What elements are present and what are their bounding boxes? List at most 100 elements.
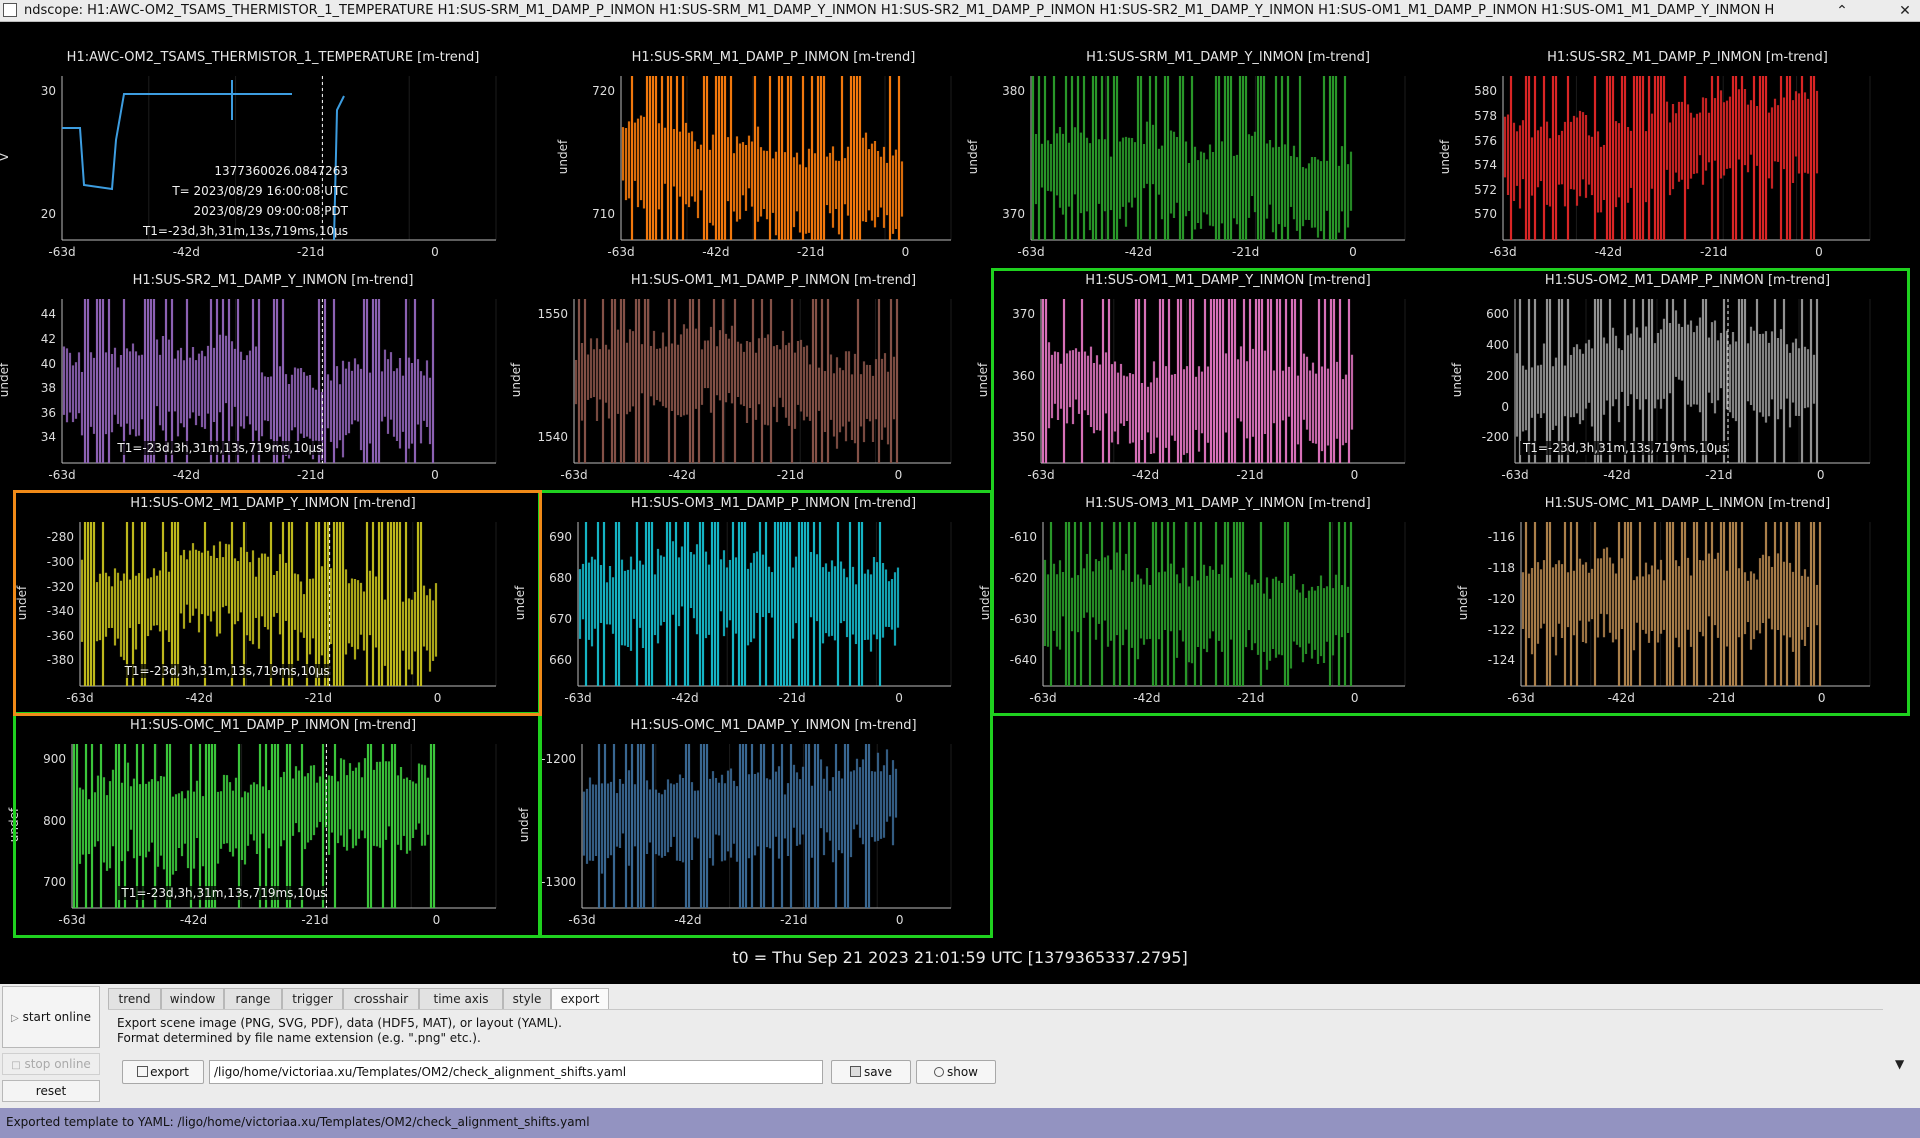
plot-3[interactable]: H1:SUS-SR2_M1_DAMP_P_INMON [m-trend] -63d… xyxy=(1438,44,1920,267)
tab-crosshair[interactable]: crosshair xyxy=(343,988,419,1010)
x-tick-label: 0 xyxy=(901,245,910,259)
trend-envelope xyxy=(62,299,435,463)
save-button[interactable]: save xyxy=(831,1060,911,1084)
show-button[interactable]: show xyxy=(916,1060,996,1084)
y-tick-label: 574 xyxy=(1474,158,1497,173)
x-tick-label: -63d xyxy=(58,913,86,927)
tab-range[interactable]: range xyxy=(224,988,282,1010)
y-axis-label: undef xyxy=(0,362,11,398)
y-tick-label: 370 xyxy=(1012,307,1035,322)
tab-export[interactable]: export xyxy=(551,988,609,1010)
x-tick-label: -21d xyxy=(780,913,808,927)
plot-11[interactable]: H1:SUS-OMC_M1_DAMP_L_INMON [m-trend] -63d… xyxy=(1455,490,1920,713)
chevron-up-icon[interactable]: ⌃ xyxy=(1832,1,1852,21)
x-tick-label: 0 xyxy=(431,468,439,482)
y-tick-label: -116 xyxy=(1487,530,1515,545)
x-tick-label: -42d xyxy=(1124,245,1152,259)
plot-8[interactable]: H1:SUS-OM2_M1_DAMP_Y_INMON [m-trend] -63d… xyxy=(0,490,546,713)
y-tick-label: -630 xyxy=(1009,612,1037,627)
app-icon xyxy=(3,3,17,17)
plot-13[interactable]: H1:SUS-OMC_M1_DAMP_Y_INMON [m-trend] -63d… xyxy=(517,712,1001,935)
stop-online-label: stop online xyxy=(24,1057,91,1071)
y-tick-label: 900 xyxy=(43,752,66,767)
plot-12[interactable]: H1:SUS-OMC_M1_DAMP_P_INMON [m-trend] -63d… xyxy=(0,712,546,935)
plot-9[interactable]: H1:SUS-OM3_M1_DAMP_P_INMON [m-trend] -63d… xyxy=(513,490,1001,713)
plot-0[interactable]: H1:AWC-OM2_TSAMS_THERMISTOR_1_TEMPERATUR… xyxy=(0,44,546,267)
trend-envelope xyxy=(1041,299,1354,463)
close-icon[interactable]: ✕ xyxy=(1895,1,1915,21)
x-tick-label: 0 xyxy=(1816,468,1825,482)
x-tick-label: 0 xyxy=(1815,245,1823,259)
plot-10[interactable]: H1:SUS-OM3_M1_DAMP_Y_INMON [m-trend] -63d… xyxy=(978,490,1455,713)
reset-button[interactable]: reset xyxy=(2,1080,100,1102)
plot-canvas xyxy=(79,522,497,687)
y-tick-label: 660 xyxy=(549,653,572,668)
tab-window[interactable]: window xyxy=(161,988,224,1010)
y-tick-label: -340 xyxy=(46,604,74,619)
x-tick-label: -63d xyxy=(1507,691,1535,705)
crosshair-readout: 2023/08/29 09:00:08 PDT xyxy=(193,204,349,218)
stop-online-button[interactable]: □ stop online xyxy=(2,1053,100,1075)
x-tick-label: -63d xyxy=(1029,691,1057,705)
plot-canvas xyxy=(581,744,952,909)
y-tick-label: -380 xyxy=(46,653,74,668)
start-online-button[interactable]: ▷ start online xyxy=(2,986,100,1048)
y-tick-label: -1200 xyxy=(541,752,576,767)
y-tick-label: 1540 xyxy=(537,430,568,445)
plot-canvas xyxy=(1520,522,1871,687)
trend-envelope xyxy=(1515,299,1819,463)
x-tick-label: -63d xyxy=(1489,245,1517,259)
y-tick-label: 572 xyxy=(1474,182,1497,197)
plot-4[interactable]: H1:SUS-SR2_M1_DAMP_Y_INMON [m-trend] -63d… xyxy=(0,267,546,490)
x-tick-label: -63d xyxy=(560,468,588,482)
x-tick-label: 0 xyxy=(1349,245,1357,259)
plot-7[interactable]: H1:SUS-OM2_M1_DAMP_P_INMON [m-trend] -63d… xyxy=(1450,267,1920,490)
tab-style[interactable]: style xyxy=(503,988,551,1010)
y-tick-label: 1550 xyxy=(537,307,568,322)
triangle-down-icon[interactable]: ▼ xyxy=(1895,1057,1904,1071)
y-axis-label: undef xyxy=(1456,585,1470,621)
export-button[interactable]: export xyxy=(122,1060,204,1084)
y-tick-label: 578 xyxy=(1474,109,1497,123)
start-online-label: start online xyxy=(22,1010,91,1024)
x-tick-label: -63d xyxy=(1501,468,1529,482)
tab-trend[interactable]: trend xyxy=(108,988,161,1010)
x-tick-label: -21d xyxy=(301,913,329,927)
plot-6[interactable]: H1:SUS-OM1_M1_DAMP_Y_INMON [m-trend] -63d… xyxy=(976,267,1455,490)
export-description-line2: Format determined by file name extension… xyxy=(117,1031,481,1045)
x-tick-label: -63d xyxy=(568,913,596,927)
x-tick-label: -42d xyxy=(179,913,208,927)
y-tick-label: 380 xyxy=(1002,84,1025,99)
plot-2[interactable]: H1:SUS-SRM_M1_DAMP_Y_INMON [m-trend] -63d… xyxy=(966,44,1455,267)
x-tick-label: -21d xyxy=(1700,245,1728,259)
x-tick-label: -42d xyxy=(172,245,200,259)
x-tick-label: -63d xyxy=(1027,468,1055,482)
y-tick-label: 360 xyxy=(1012,368,1035,383)
y-tick-label: 700 xyxy=(43,875,66,890)
y-tick-label: 670 xyxy=(549,612,572,627)
x-tick-label: -21d xyxy=(296,468,325,482)
trend-envelope xyxy=(1521,522,1822,686)
tab-trigger[interactable]: trigger xyxy=(282,988,343,1010)
x-tick-label: -42d xyxy=(1594,245,1622,259)
y-axis-label: undef xyxy=(966,139,980,175)
y-tick-label: -300 xyxy=(46,555,74,569)
y-tick-label: 680 xyxy=(549,571,572,586)
status-bar: Exported template to YAML: /ligo/home/vi… xyxy=(0,1108,1920,1138)
crosshair-t1-readout: T1=-23d,3h,31m,13s,719ms,10µs xyxy=(121,664,330,678)
y-tick-label: 690 xyxy=(549,530,572,545)
control-panel: ▷ start online □ stop online reset trend… xyxy=(0,984,1920,1108)
stop-icon: □ xyxy=(11,1060,21,1071)
plot-5[interactable]: H1:SUS-OM1_M1_DAMP_P_INMON [m-trend] -63d… xyxy=(509,267,1001,490)
plot-1[interactable]: H1:SUS-SRM_M1_DAMP_P_INMON [m-trend] -63d… xyxy=(546,44,1001,267)
tab-time-axis[interactable]: time axis xyxy=(419,988,503,1010)
y-axis-label: undef xyxy=(15,585,29,621)
plot-canvas xyxy=(1042,522,1406,687)
x-tick-label: -42d xyxy=(668,468,696,482)
y-tick-label: -620 xyxy=(1009,571,1037,586)
x-tick-label: -42d xyxy=(1131,468,1160,482)
export-path-input[interactable] xyxy=(209,1060,823,1084)
crosshair-readout: 1377360026.0847263 xyxy=(214,164,348,178)
y-tick-label: -360 xyxy=(46,628,74,643)
y-tick-label: 40 xyxy=(40,356,56,371)
